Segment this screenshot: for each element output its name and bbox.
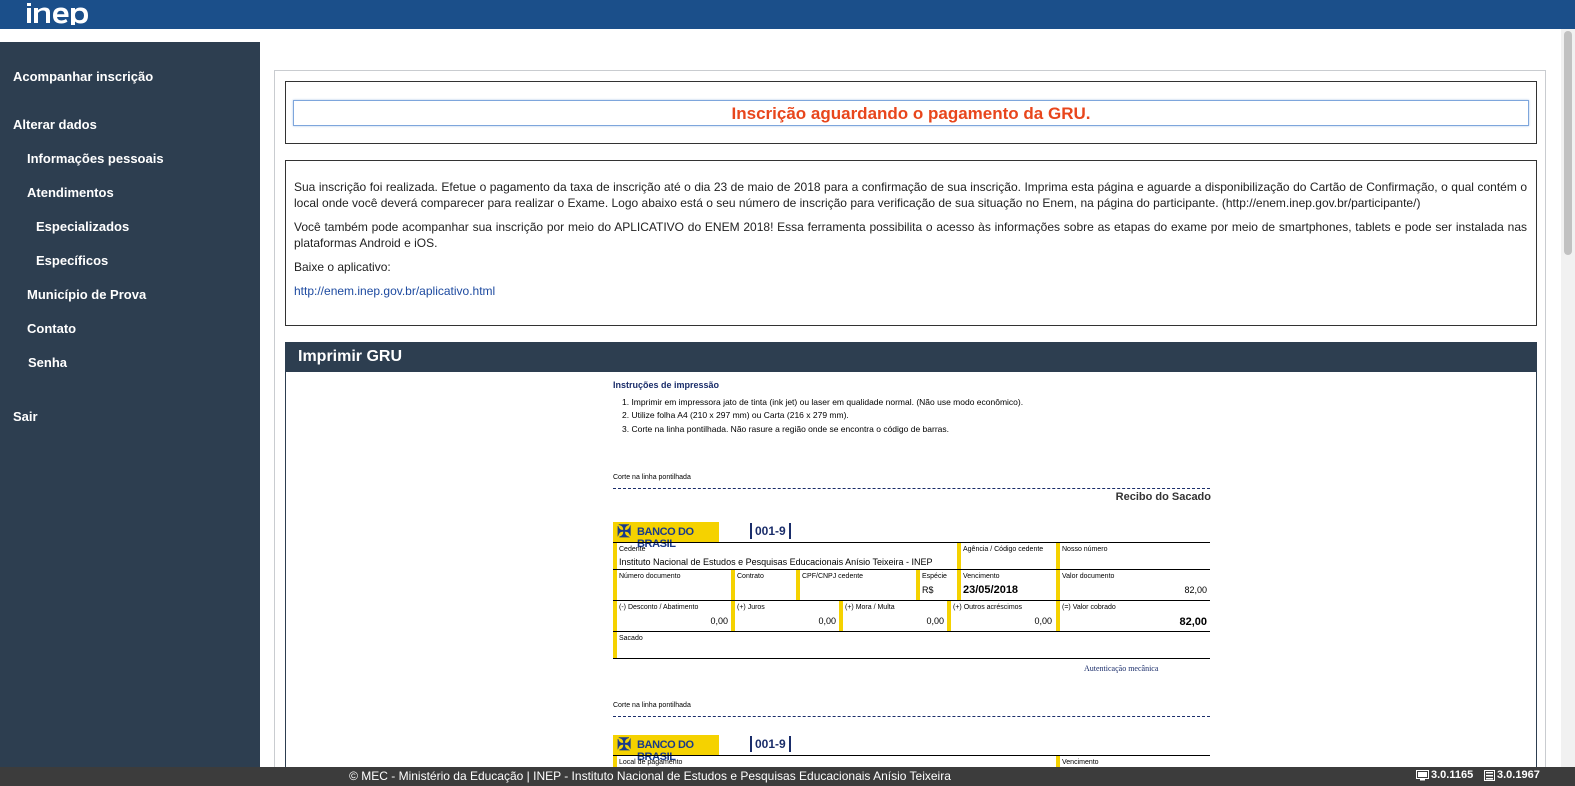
status-message-frame: Inscrição aguardando o pagamento da GRU. [293, 100, 1529, 126]
sidebar-item-especificos[interactable]: Específicos [36, 253, 108, 268]
contrato-label: Contrato [737, 573, 764, 580]
cedente-label: Cedente [619, 546, 646, 553]
autenticacao-label: Autenticação mecânica [1084, 664, 1159, 673]
sidebar-nav: Acompanhar inscrição Alterar dados Infor… [0, 42, 260, 767]
info-paragraph-3: Baixe o aplicativo: [294, 260, 391, 274]
gru-panel: Imprimir GRU Instruções de impressão 1. … [285, 342, 1537, 773]
print-instruction-2: 2. Utilize folha A4 (210 x 297 mm) ou Ca… [622, 410, 849, 420]
banco-do-brasil-logo: ✠ BANCO DO BRASIL [613, 522, 719, 550]
cut-line-label: Corte na linha pontilhada [613, 474, 691, 481]
bank-code: 001-9 [750, 523, 791, 539]
status-message: Inscrição aguardando o pagamento da GRU. [731, 104, 1091, 123]
app-download-link[interactable]: http://enem.inep.gov.br/aplicativo.html [294, 284, 495, 298]
page-scrollbar[interactable] [1561, 29, 1575, 767]
cut-line-label-2: Corte na linha pontilhada [613, 702, 691, 709]
print-instruction-3: 3. Corte na linha pontilhada. Não rasure… [622, 424, 949, 434]
receipt-title: Recibo do Sacado [1115, 491, 1211, 503]
version-1: 3.0.1165 [1416, 769, 1473, 781]
valor-cobrado-label: (=) Valor cobrado [1062, 604, 1116, 611]
banco-do-brasil-logo-2: ✠ BANCO DO BRASIL [613, 735, 719, 763]
sidebar-item-informacoes-pessoais[interactable]: Informações pessoais [27, 151, 164, 166]
vencimento-value: 23/05/2018 [963, 584, 1019, 596]
bb-logo-icon-2: ✠ [617, 735, 632, 754]
version-2: 3.0.1967 [1484, 769, 1540, 781]
sidebar-item-contato[interactable]: Contato [27, 321, 76, 336]
mora-value: 0,00 [926, 616, 944, 626]
nosso-numero-label: Nosso número [1062, 546, 1108, 553]
agencia-label: Agência / Código cedente [963, 546, 1044, 553]
info-paragraph-1: Sua inscrição foi realizada. Efetue o pa… [294, 180, 1527, 210]
sidebar-item-senha[interactable]: Senha [28, 355, 67, 370]
desconto-label: (-) Desconto / Abatimento [619, 604, 699, 611]
sidebar-item-alterar-dados[interactable]: Alterar dados [13, 117, 97, 132]
info-box: Sua inscrição foi realizada. Efetue o pa… [285, 160, 1537, 326]
version-2-text: 3.0.1967 [1497, 769, 1540, 781]
main-content-panel: Inscrição aguardando o pagamento da GRU.… [274, 70, 1546, 773]
footer-text: © MEC - Ministério da Educação | INEP - … [349, 769, 951, 783]
gru-payment-slip: Instruções de impressão 1. Imprimir em i… [613, 372, 1211, 772]
juros-label: (+) Juros [737, 604, 765, 611]
especie-value: R$ [922, 585, 934, 595]
local-pagamento-label: Local de pagamento [619, 759, 683, 766]
monitor-icon [1416, 769, 1429, 780]
cut-line-2 [613, 716, 1210, 717]
vencimento-label-2: Vencimento [1062, 759, 1099, 766]
valor-documento-value: 82,00 [1184, 585, 1207, 595]
sidebar-item-atendimentos[interactable]: Atendimentos [27, 185, 114, 200]
vencimento-label: Vencimento [963, 573, 1000, 580]
desconto-value: 0,00 [710, 616, 728, 626]
top-header-bar [0, 0, 1575, 29]
cut-line [613, 488, 1210, 489]
sidebar-item-municipio-de-prova[interactable]: Município de Prova [27, 287, 146, 302]
mora-label: (+) Mora / Multa [845, 604, 895, 611]
numero-documento-label: Número documento [619, 573, 681, 580]
valor-cobrado-value: 82,00 [1179, 616, 1207, 628]
print-instructions-title: Instruções de impressão [613, 380, 720, 390]
especie-label: Espécie [922, 573, 947, 580]
status-box: Inscrição aguardando o pagamento da GRU. [285, 81, 1537, 144]
scrollbar-thumb[interactable] [1564, 31, 1572, 255]
bb-logo-icon: ✠ [617, 522, 632, 541]
print-instruction-1: 1. Imprimir em impressora jato de tinta … [622, 397, 1024, 407]
bank-name: BANCO DO BRASIL [637, 526, 694, 550]
gru-panel-title: Imprimir GRU [298, 348, 403, 365]
inep-logo[interactable] [26, 3, 90, 25]
sidebar-item-especializados[interactable]: Especializados [36, 219, 129, 234]
gru-panel-header: Imprimir GRU [286, 343, 1536, 372]
bank-code-2: 001-9 [750, 736, 791, 752]
outros-acrescimos-value: 0,00 [1034, 616, 1052, 626]
outros-acrescimos-label: (+) Outros acréscimos [953, 604, 1023, 611]
sacado-label: Sacado [619, 635, 643, 642]
info-paragraph-2: Você também pode acompanhar sua inscriçã… [294, 220, 1527, 250]
juros-value: 0,00 [818, 616, 836, 626]
cpf-cnpj-label: CPF/CNPJ cedente [802, 573, 864, 580]
footer-bar: © MEC - Ministério da Educação | INEP - … [0, 767, 1575, 786]
sidebar-item-acompanhar-inscricao[interactable]: Acompanhar inscrição [13, 69, 153, 84]
version-1-text: 3.0.1165 [1431, 769, 1474, 781]
cedente-value: Instituto Nacional de Estudos e Pesquisa… [619, 557, 933, 567]
server-icon [1484, 769, 1495, 781]
valor-documento-label: Valor documento [1062, 573, 1115, 580]
sidebar-item-sair[interactable]: Sair [13, 409, 38, 424]
